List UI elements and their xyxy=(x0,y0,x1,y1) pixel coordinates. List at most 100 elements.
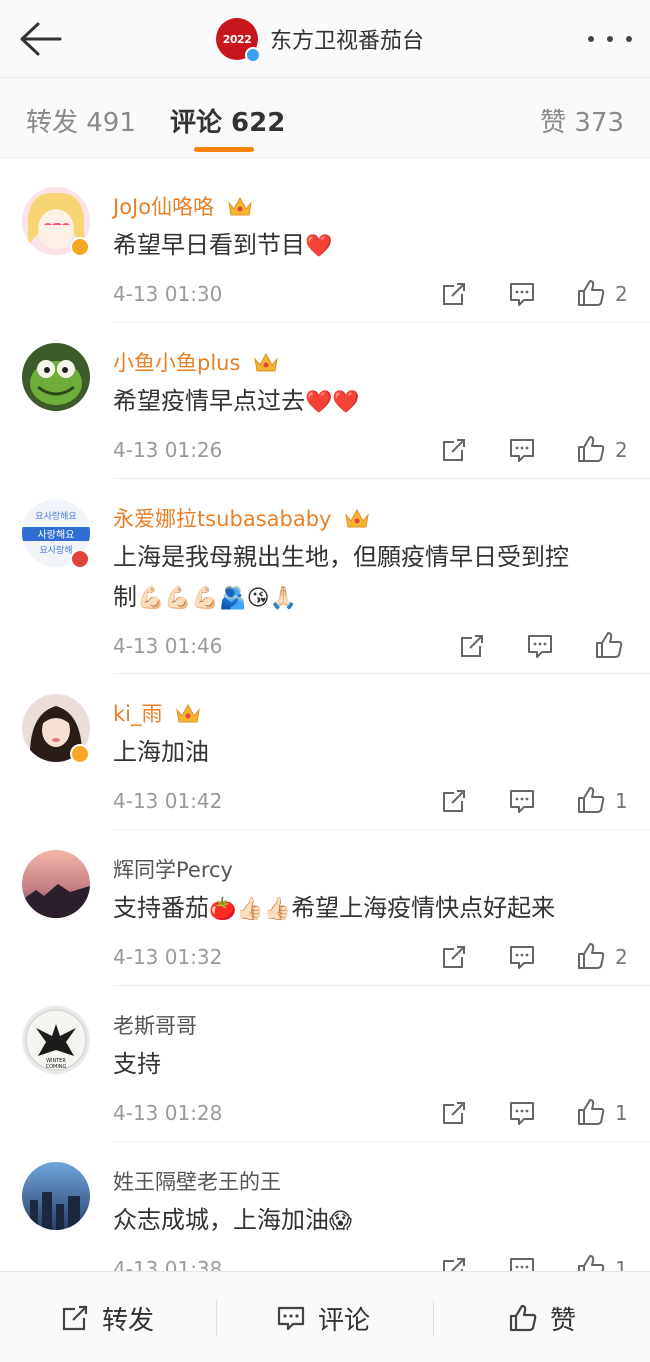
comment-username[interactable]: 老斯哥哥 xyxy=(113,1010,197,1040)
share-icon[interactable] xyxy=(440,436,468,464)
arrow-left-icon xyxy=(20,22,62,56)
comment-text: 希望早日看到节目❤️ xyxy=(113,225,633,267)
avatar[interactable] xyxy=(22,1162,90,1230)
thumbs-up-icon[interactable] xyxy=(576,1097,606,1127)
divider xyxy=(113,478,650,479)
comment-body: 上海加油 xyxy=(113,738,209,766)
avatar[interactable] xyxy=(22,850,90,918)
bottom-action-bar: 转发 评论 赞 xyxy=(0,1271,650,1362)
like-count: 1 xyxy=(615,789,628,813)
avatar[interactable] xyxy=(22,343,90,411)
avatar-text-line: 사랑해요 xyxy=(38,528,75,541)
back-button[interactable] xyxy=(14,18,66,60)
share-icon[interactable] xyxy=(440,1099,468,1127)
like-count: 2 xyxy=(615,945,628,969)
thumbs-up-icon[interactable] xyxy=(576,785,606,815)
thumbs-up-icon[interactable] xyxy=(576,434,606,464)
like-count: 1 xyxy=(615,1101,628,1125)
avatar-image xyxy=(22,1162,90,1230)
comment-timestamp: 4-13 01:26 xyxy=(113,438,223,462)
comment-body: 上海是我母親出生地，但願疫情早日受到控 xyxy=(113,543,569,571)
comment-username[interactable]: ki_雨 xyxy=(113,698,201,728)
comment-emoji: ❤️ xyxy=(305,234,333,259)
thumbs-up-icon[interactable] xyxy=(576,1253,606,1271)
comment-list[interactable]: JoJo仙咯咯 希望早日看到节目❤️ 4-13 01:30 2 小鱼小鱼plus… xyxy=(0,159,650,1271)
comment-text: 支持番茄🍅👍🏻👍🏻希望上海疫情快点好起来 xyxy=(113,888,633,930)
comment-body: 支持 xyxy=(113,1050,161,1078)
comment-body: 众志成城，上海加油 xyxy=(113,1206,329,1234)
comment-timestamp: 4-13 01:46 xyxy=(113,634,223,658)
comment-emoji: 🍅👍🏻👍🏻 xyxy=(209,897,292,922)
share-icon[interactable] xyxy=(440,280,468,308)
reply-icon[interactable] xyxy=(508,436,536,464)
divider xyxy=(113,985,650,986)
comment-timestamp: 4-13 01:32 xyxy=(113,945,223,969)
comment-username[interactable]: 姓王隔壁老王的王 xyxy=(113,1166,281,1196)
crown-icon xyxy=(176,703,200,723)
tab-likes[interactable]: 赞 373 xyxy=(540,102,624,139)
comment-timestamp: 4-13 01:38 xyxy=(113,1257,223,1271)
comment-label: 评论 xyxy=(318,1305,371,1336)
page-title: 东方卫视番茄台 xyxy=(270,29,425,54)
comment-emoji: 😱 xyxy=(329,1209,352,1234)
tab-bar: 转发 491 评论 622 赞 373 xyxy=(0,78,650,158)
account-title[interactable]: 2022 东方卫视番茄台 xyxy=(216,18,425,63)
share-icon[interactable] xyxy=(440,1255,468,1271)
vip-badge-icon xyxy=(70,744,90,764)
verified-badge-icon xyxy=(245,47,261,63)
comment-button[interactable]: 评论 xyxy=(276,1300,370,1336)
divider xyxy=(433,1300,434,1336)
thumbs-up-icon[interactable] xyxy=(576,941,606,971)
thumbs-up-icon[interactable] xyxy=(576,278,606,308)
avatar-image: WINTER COMING xyxy=(22,1006,90,1074)
reply-icon[interactable] xyxy=(508,1099,536,1127)
thumbs-up-icon xyxy=(509,1304,537,1332)
thumbs-up-icon[interactable] xyxy=(594,630,624,660)
comment-username[interactable]: 永爱娜拉tsubasababy xyxy=(113,503,370,533)
comment-body: 希望疫情早点过去 xyxy=(113,387,305,415)
comment-icon xyxy=(277,1306,305,1331)
reply-icon[interactable] xyxy=(508,280,536,308)
logo-text: 2022 xyxy=(222,32,252,46)
dot-icon xyxy=(607,36,613,42)
reply-icon[interactable] xyxy=(508,943,536,971)
divider xyxy=(216,1300,217,1336)
comment-username[interactable]: 辉同学Percy xyxy=(113,854,233,884)
reply-icon[interactable] xyxy=(526,632,554,660)
username-text: ki_雨 xyxy=(113,702,163,726)
crown-icon xyxy=(345,508,369,528)
comment-username[interactable]: 小鱼小鱼plus xyxy=(113,347,279,377)
avatar-image xyxy=(22,343,90,411)
comment-emoji: 💪🏻💪🏻💪🏻🫂😘🙏🏻 xyxy=(137,586,297,611)
avatar[interactable]: WINTER COMING xyxy=(22,1006,90,1074)
username-text: 辉同学Percy xyxy=(113,858,233,882)
share-icon[interactable] xyxy=(458,632,486,660)
avatar-text-line: 요사랑해요 xyxy=(35,510,76,522)
reply-icon[interactable] xyxy=(508,1255,536,1271)
tab-comments[interactable]: 评论 622 xyxy=(170,102,285,139)
repost-label: 转发 xyxy=(102,1305,155,1336)
tab-repost[interactable]: 转发 491 xyxy=(26,102,136,139)
vip-badge-icon xyxy=(70,237,90,257)
repost-button[interactable]: 转发 xyxy=(60,1300,154,1336)
crown-icon xyxy=(254,352,278,372)
avatar-image xyxy=(22,850,90,918)
dot-icon xyxy=(626,36,632,42)
divider xyxy=(113,829,650,830)
comment-body-continued: 制 xyxy=(113,583,137,611)
reply-icon[interactable] xyxy=(508,787,536,815)
comment-body: 支持番茄 xyxy=(113,894,209,922)
divider xyxy=(113,673,650,674)
more-options-button[interactable] xyxy=(588,22,632,56)
share-icon[interactable] xyxy=(440,787,468,815)
comment-timestamp: 4-13 01:42 xyxy=(113,789,223,813)
account-logo: 2022 xyxy=(216,18,261,63)
username-text: 小鱼小鱼plus xyxy=(113,351,241,375)
like-count: 2 xyxy=(615,438,628,462)
active-tab-indicator xyxy=(194,147,254,152)
comment-username[interactable]: JoJo仙咯咯 xyxy=(113,191,253,221)
share-icon[interactable] xyxy=(440,943,468,971)
username-text: 老斯哥哥 xyxy=(113,1014,197,1038)
comment-body: 希望早日看到节目 xyxy=(113,231,305,259)
like-button[interactable]: 赞 xyxy=(508,1300,576,1336)
